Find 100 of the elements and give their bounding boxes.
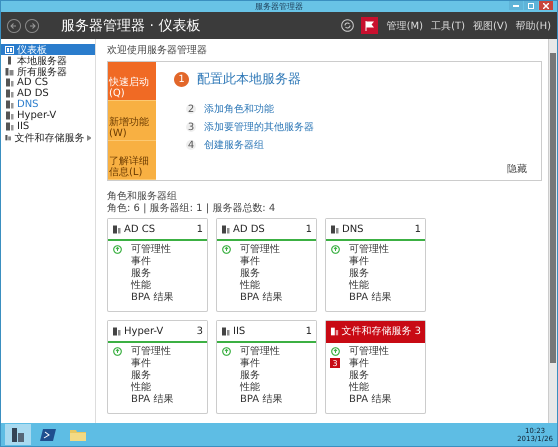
section-summary: 角色: 6 | 服务器组: 1 | 服务器总数: 4 (107, 203, 276, 215)
role-card[interactable]: AD CS 1 可管理性 事件 服务 性能 BPA 结果 (107, 218, 208, 312)
menu-item[interactable]: 视图(V) (471, 18, 510, 32)
role-status-item[interactable]: 服务 (240, 368, 260, 382)
role-status-item[interactable]: 性能 (131, 380, 151, 394)
role-status-item[interactable]: 可管理性 (131, 344, 171, 358)
refresh-button[interactable] (340, 19, 354, 32)
sidebar-item[interactable]: AD CS (1, 77, 95, 88)
role-status-item[interactable]: 事件 (240, 356, 260, 370)
role-status-item[interactable]: 性能 (349, 380, 369, 394)
role-count: 1 (414, 224, 421, 234)
menu-item[interactable]: 帮助(H) (514, 18, 553, 32)
role-status-item[interactable]: 事件 (131, 254, 151, 268)
role-name: AD DS (233, 224, 266, 234)
menu-item[interactable]: 工具(T) (429, 18, 468, 32)
sidebar-item[interactable]: Hyper-V (1, 110, 95, 121)
scrollbar[interactable] (548, 39, 557, 423)
servers-icon (5, 133, 12, 142)
quick-start-tab[interactable]: 了解详细信息(L) (108, 140, 156, 180)
close-button[interactable] (539, 1, 553, 10)
menu-item[interactable]: 管理(M) (384, 18, 426, 32)
server-icon (112, 326, 121, 336)
role-status-item[interactable]: 事件 (131, 356, 151, 370)
role-count: 1 (306, 326, 312, 336)
notifications-button[interactable] (360, 17, 378, 34)
role-status-item[interactable]: 服务 (349, 368, 369, 382)
server-icon (112, 224, 121, 234)
sidebar-item[interactable]: 所有服务器 (1, 66, 95, 77)
role-status-item[interactable]: 服务 (131, 368, 151, 382)
role-card[interactable]: DNS 1 可管理性 事件 服务 性能 BPA 结果 (325, 218, 426, 312)
role-status-item[interactable]: 可管理性 (240, 242, 280, 256)
role-status-item[interactable]: 可管理性 (349, 344, 389, 358)
role-status-item[interactable]: 事件 (240, 254, 260, 268)
sidebar-item[interactable]: IIS (1, 121, 95, 132)
sidebar-item[interactable]: 仪表板 (1, 44, 95, 55)
server-icon (5, 111, 14, 120)
sidebar-label: 所有服务器 (17, 66, 68, 78)
step-link[interactable]: 添加角色和功能 (204, 102, 274, 116)
sidebar-item[interactable]: DNS (1, 99, 95, 110)
sidebar-item[interactable]: 本地服务器 (1, 55, 95, 66)
role-status-item[interactable]: 可管理性 (349, 242, 389, 256)
role-count: 3 (196, 326, 203, 336)
role-status-item[interactable]: 事件 (349, 254, 369, 268)
role-status-item[interactable]: 性能 (240, 380, 260, 394)
role-status-item[interactable]: 可管理性 (131, 242, 171, 256)
step-number: 4 (186, 140, 196, 150)
role-name: AD CS (124, 224, 156, 234)
role-card[interactable]: IIS 1 可管理性 事件 服务 性能 BPA 结果 (216, 320, 317, 414)
role-status-item[interactable]: BPA 结果 (349, 392, 392, 406)
server-icon (5, 56, 14, 65)
role-status-item[interactable]: 性能 (131, 278, 151, 292)
hide-link[interactable]: 隐藏 (507, 162, 527, 176)
minimize-icon (513, 4, 519, 6)
scrollbar-thumb[interactable] (550, 53, 556, 363)
server-icon (5, 100, 14, 109)
role-status-item[interactable]: 性能 (349, 278, 369, 292)
role-status-item[interactable]: 性能 (240, 278, 260, 292)
close-icon (543, 2, 549, 8)
servers-icon (5, 67, 14, 76)
refresh-icon (340, 19, 354, 32)
step-number: 2 (186, 104, 196, 114)
server-icon (5, 89, 14, 98)
step-link[interactable]: 添加要管理的其他服务器 (204, 120, 314, 134)
role-status-item[interactable]: 服务 (349, 266, 369, 280)
status-ok-icon (330, 346, 340, 356)
step-link[interactable]: 配置此本地服务器 (197, 70, 301, 88)
role-status-item[interactable]: BPA 结果 (240, 392, 282, 406)
sidebar-item[interactable]: AD DS (1, 88, 95, 99)
role-card[interactable]: Hyper-V 3 可管理性 事件 服务 性能 BPA 结果 (107, 320, 208, 414)
sidebar-label: IIS (17, 121, 30, 132)
taskbar-app[interactable] (5, 424, 31, 445)
server-icon (5, 122, 14, 131)
step-number: 1 (174, 72, 189, 86)
role-status-item[interactable]: 服务 (240, 266, 260, 280)
back-button[interactable] (7, 18, 21, 32)
sidebar-label: 文件和存储服务 (14, 132, 84, 144)
status-ok-icon (222, 244, 230, 254)
sidebar-label: Hyper-V (17, 110, 58, 121)
sidebar-label: AD CS (17, 77, 50, 88)
role-status-item[interactable]: BPA 结果 (240, 290, 282, 304)
role-status-item[interactable]: BPA 结果 (349, 290, 392, 304)
server-icon (221, 326, 230, 336)
forward-button[interactable] (25, 18, 39, 32)
role-count: 1 (306, 224, 312, 234)
role-card[interactable]: AD DS 1 可管理性 事件 服务 性能 BPA 结果 (216, 218, 317, 312)
folder-icon (70, 428, 86, 441)
welcome-text: 欢迎使用服务器管理器 (107, 45, 208, 57)
role-status-item[interactable]: BPA 结果 (131, 290, 174, 304)
role-status-item[interactable]: 可管理性 (240, 344, 280, 358)
restore-button[interactable] (524, 1, 538, 10)
quick-start-tab[interactable]: 新增功能(W) (108, 101, 156, 141)
role-status-item[interactable]: 服务 (131, 266, 151, 280)
step-link[interactable]: 创建服务器组 (204, 138, 264, 152)
role-count: 1 (196, 224, 203, 234)
role-card[interactable]: 文件和存储服务 3 可管理性 3 事件 服务 性能 BPA 结果 (325, 320, 426, 414)
minimize-button[interactable] (509, 1, 523, 10)
sidebar-item[interactable]: 文件和存储服务 (1, 132, 95, 143)
role-status-item[interactable]: 事件 (349, 356, 369, 370)
section-title: 角色和服务器组 (107, 191, 178, 203)
role-status-item[interactable]: BPA 结果 (131, 392, 174, 406)
